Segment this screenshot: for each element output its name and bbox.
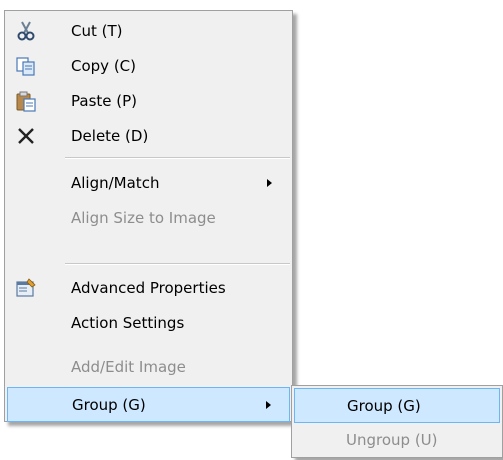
- properties-icon: [15, 277, 37, 299]
- menu-item-action-settings[interactable]: Action Settings: [7, 305, 290, 340]
- menu-item-label: Delete (D): [71, 126, 149, 145]
- group-submenu: Group (G) Ungroup (U): [291, 385, 503, 458]
- menu-item-label: Copy (C): [71, 56, 136, 75]
- menu-item-label: Ungroup (U): [346, 430, 438, 449]
- submenu-arrow-icon: [267, 178, 272, 187]
- delete-x-icon: [15, 125, 37, 147]
- menu-item-label: Action Settings: [71, 313, 185, 332]
- menu-item-label: Align/Match: [71, 173, 160, 192]
- menu-item-label: Align Size to Image: [71, 208, 216, 227]
- menu-item-label: Group (G): [347, 396, 421, 415]
- menu-item-advanced-properties[interactable]: Advanced Properties: [7, 270, 290, 305]
- menu-item-align-match[interactable]: Align/Match: [7, 165, 290, 200]
- menu-item-label: Add/Edit Image: [71, 357, 186, 376]
- menu-item-label: Advanced Properties: [71, 278, 226, 297]
- menu-item-copy[interactable]: Copy (C): [7, 48, 290, 83]
- menu-item-delete[interactable]: Delete (D): [7, 118, 290, 153]
- menu-separator: [65, 263, 290, 265]
- submenu-item-ungroup[interactable]: Ungroup (U): [294, 422, 500, 457]
- submenu-arrow-icon: [266, 400, 271, 409]
- menu-item-label: Paste (P): [71, 91, 138, 110]
- menu-item-align-size-to-image[interactable]: Align Size to Image: [7, 200, 290, 235]
- paste-icon: [15, 90, 37, 112]
- scissors-icon: [15, 20, 37, 42]
- context-menu: Cut (T) Copy (C) Paste (P) Delete (D) Al…: [4, 10, 293, 422]
- menu-item-group[interactable]: Group (G): [7, 387, 290, 422]
- submenu-item-group[interactable]: Group (G): [294, 388, 500, 423]
- menu-item-label: Group (G): [72, 395, 146, 414]
- menu-item-add-edit-image[interactable]: Add/Edit Image: [7, 349, 290, 384]
- copy-icon: [15, 55, 37, 77]
- menu-item-cut[interactable]: Cut (T): [7, 13, 290, 48]
- menu-item-paste[interactable]: Paste (P): [7, 83, 290, 118]
- menu-separator: [65, 157, 290, 159]
- menu-item-label: Cut (T): [71, 21, 123, 40]
